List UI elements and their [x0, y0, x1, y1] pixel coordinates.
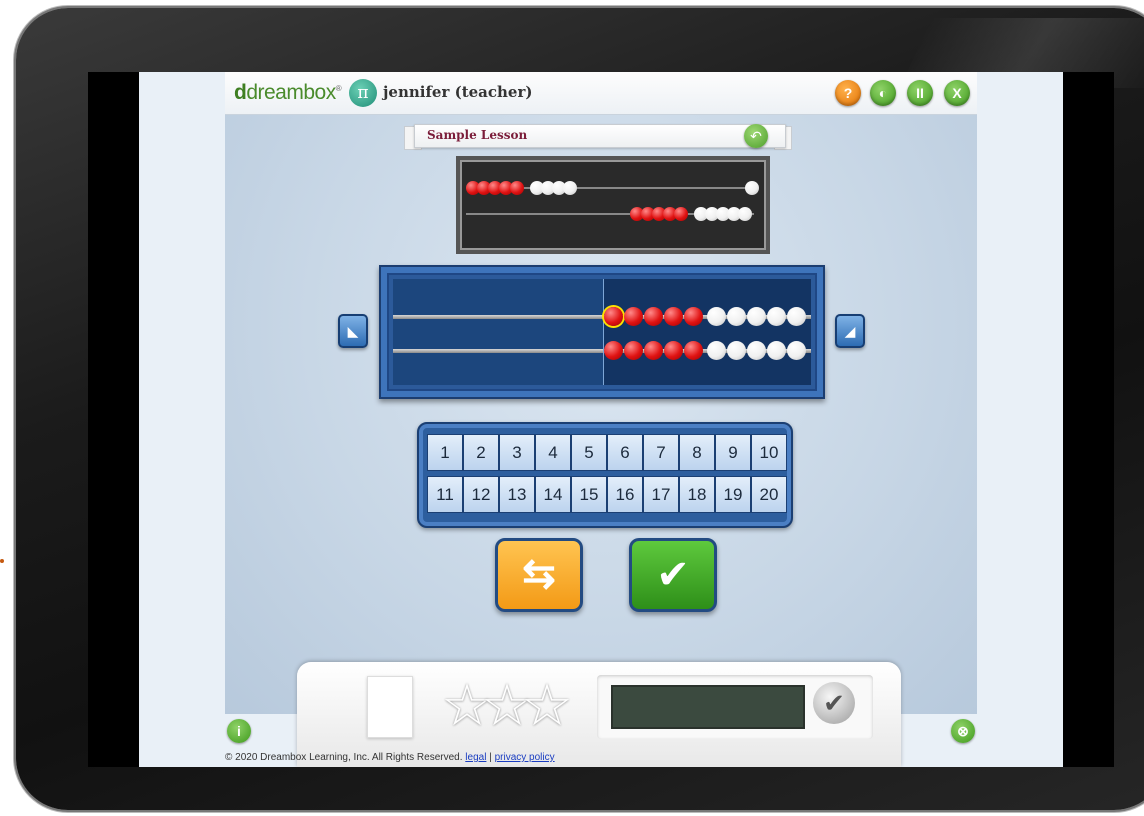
num-key[interactable]: 8: [679, 434, 715, 471]
interactive-rekenrek: [379, 265, 825, 399]
privacy-policy-link[interactable]: privacy policy: [495, 752, 555, 763]
legal-link[interactable]: legal: [465, 752, 486, 763]
num-key[interactable]: 2: [463, 434, 499, 471]
lesson-title: Sample Lesson: [427, 128, 528, 142]
num-key[interactable]: 6: [607, 434, 643, 471]
logo-text: dreambox: [246, 81, 336, 104]
star-icon: ☆: [521, 673, 573, 738]
num-key[interactable]: 15: [571, 476, 607, 513]
num-key[interactable]: 12: [463, 476, 499, 513]
dreambox-app: ddreambox® π jennifer (teacher) ? ◐ II X…: [139, 72, 1063, 767]
lesson-back-icon[interactable]: ↶: [744, 124, 768, 148]
edge-marker: [0, 559, 4, 563]
bead: [510, 181, 524, 195]
num-key[interactable]: 3: [499, 434, 535, 471]
left-arrow-button[interactable]: ◣: [338, 314, 368, 348]
num-key[interactable]: 14: [535, 476, 571, 513]
bead[interactable]: [624, 307, 643, 326]
bead: [674, 207, 688, 221]
rekenrek-left-panel: [393, 279, 603, 385]
num-key[interactable]: 7: [643, 434, 679, 471]
user-name: jennifer (teacher): [383, 83, 533, 101]
num-key[interactable]: 16: [607, 476, 643, 513]
number-pad: 1 2 3 4 5 6 7 8 9 10 11 12 13 14 15 16 1…: [417, 422, 793, 528]
bead[interactable]: [727, 341, 746, 360]
rekenrek-divider: [603, 279, 604, 385]
logo-mark: ®: [335, 84, 342, 93]
bead[interactable]: [664, 307, 683, 326]
bead[interactable]: [747, 307, 766, 326]
bead[interactable]: [727, 307, 746, 326]
exit-button[interactable]: X: [944, 80, 970, 106]
bead[interactable]: [747, 341, 766, 360]
num-key[interactable]: 17: [643, 476, 679, 513]
num-key[interactable]: 5: [571, 434, 607, 471]
submit-check-button[interactable]: ✔: [629, 538, 717, 612]
num-key[interactable]: 13: [499, 476, 535, 513]
dreambox-logo: ddreambox®: [234, 81, 342, 105]
num-key[interactable]: 9: [715, 434, 751, 471]
lesson-ribbon: Sample Lesson: [414, 124, 786, 148]
num-key[interactable]: 4: [535, 434, 571, 471]
tablet-screen: ddreambox® π jennifer (teacher) ? ◐ II X…: [88, 72, 1114, 767]
right-arrow-button[interactable]: ◢: [835, 314, 865, 348]
bead[interactable]: [684, 341, 703, 360]
num-key[interactable]: 18: [679, 476, 715, 513]
info-button[interactable]: i: [227, 719, 251, 743]
num-key[interactable]: 1: [427, 434, 463, 471]
num-key[interactable]: 10: [751, 434, 787, 471]
sound-button[interactable]: ◐: [870, 80, 896, 106]
pi-icon: π: [349, 79, 377, 107]
bead: [738, 207, 752, 221]
bead[interactable]: [787, 341, 806, 360]
tablet-frame: ddreambox® π jennifer (teacher) ? ◐ II X…: [16, 8, 1144, 810]
bead: [563, 181, 577, 195]
score-display: [611, 685, 805, 729]
bead: [745, 181, 759, 195]
logo-d: d: [234, 81, 247, 104]
footer: © 2020 Dreambox Learning, Inc. All Right…: [225, 752, 555, 763]
bead[interactable]: [604, 341, 623, 360]
num-key[interactable]: 20: [751, 476, 787, 513]
num-key[interactable]: 11: [427, 476, 463, 513]
bead[interactable]: [787, 307, 806, 326]
reference-rekenrek: [456, 156, 770, 254]
reset-icon: ⇆: [522, 552, 556, 596]
num-key[interactable]: 19: [715, 476, 751, 513]
bead[interactable]: [707, 307, 726, 326]
score-check-icon: ✔: [813, 682, 855, 724]
bead[interactable]: [707, 341, 726, 360]
bead-selected[interactable]: [604, 307, 623, 326]
pause-button[interactable]: II: [907, 80, 933, 106]
bead[interactable]: [767, 307, 786, 326]
close-circle-button[interactable]: ⊗: [951, 719, 975, 743]
help-button[interactable]: ?: [835, 80, 861, 106]
progress-card: [367, 676, 413, 738]
bead[interactable]: [767, 341, 786, 360]
bead[interactable]: [684, 307, 703, 326]
bead[interactable]: [644, 307, 663, 326]
footer-separator: |: [489, 752, 492, 763]
copyright-text: © 2020 Dreambox Learning, Inc. All Right…: [225, 752, 463, 763]
bead[interactable]: [624, 341, 643, 360]
checkmark-icon: ✔: [656, 553, 690, 597]
bead[interactable]: [644, 341, 663, 360]
reset-button[interactable]: ⇆: [495, 538, 583, 612]
bead[interactable]: [664, 341, 683, 360]
